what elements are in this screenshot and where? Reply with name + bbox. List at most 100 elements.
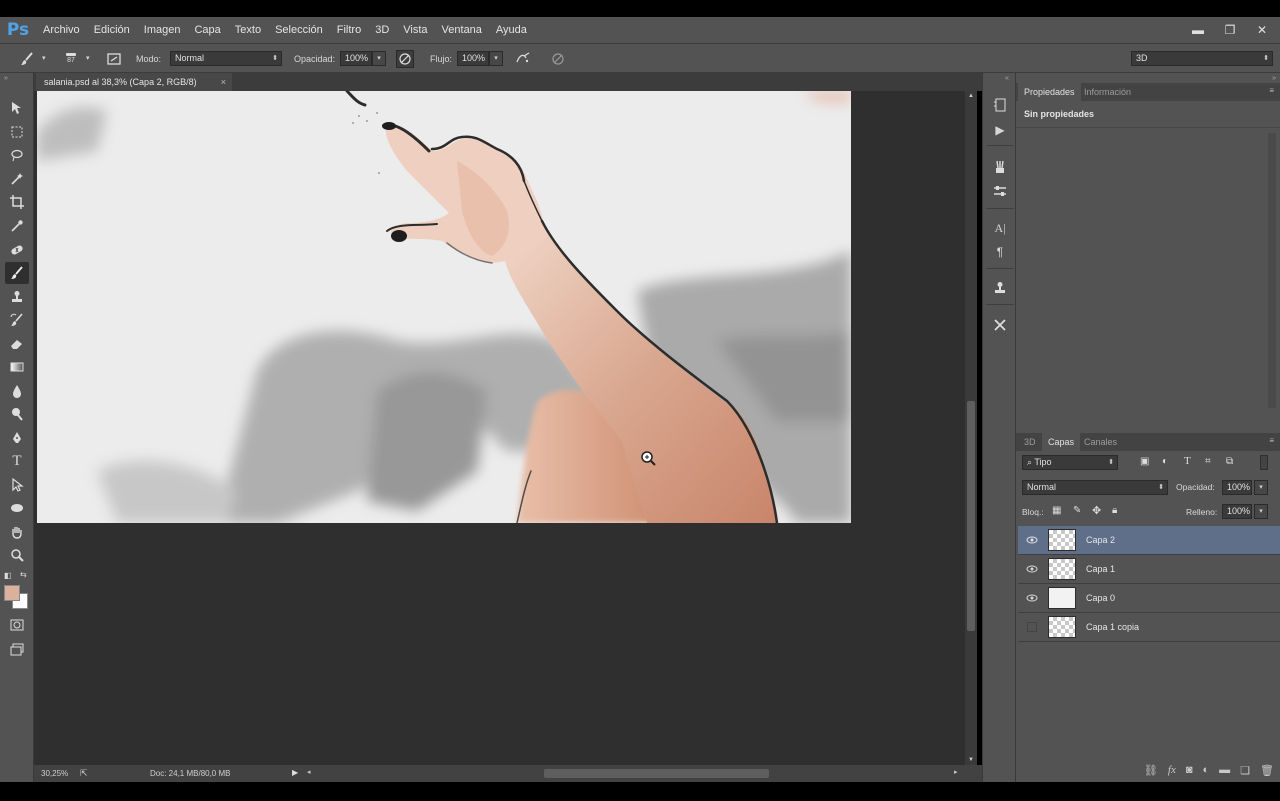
layer-blend-mode-select[interactable]: Normal ⬍ <box>1022 480 1168 495</box>
opacity-slider-button[interactable]: ▾ <box>372 51 386 66</box>
move-tool-icon[interactable] <box>5 97 29 119</box>
fill-input[interactable]: 100% <box>1222 504 1252 519</box>
gradient-tool-icon[interactable] <box>5 356 29 378</box>
filter-smart-object-icon[interactable]: ⧉ <box>1226 456 1233 467</box>
filter-type-icon[interactable]: T <box>1184 455 1191 467</box>
tab-informacion[interactable]: Información <box>1078 83 1137 101</box>
swap-colors-icon[interactable]: ⇆ <box>20 570 27 579</box>
shape-tool-icon[interactable] <box>5 497 29 519</box>
eyedropper-tool-icon[interactable] <box>5 215 29 237</box>
magic-wand-tool-icon[interactable] <box>5 168 29 190</box>
brush-presets-icon[interactable] <box>989 157 1011 177</box>
brush-panel-toggle-icon[interactable] <box>105 50 123 68</box>
menu-imagen[interactable]: Imagen <box>137 17 188 43</box>
visibility-eye-icon[interactable] <box>1026 593 1038 603</box>
menu-3d[interactable]: 3D <box>368 17 396 43</box>
scroll-left-arrow[interactable]: ◂ <box>307 768 311 776</box>
layer-style-icon[interactable]: fx <box>1168 764 1176 780</box>
lock-transparency-icon[interactable]: ▦ <box>1052 505 1061 516</box>
brush-picker-arrow[interactable]: ▾ <box>86 51 90 67</box>
menu-edicion[interactable]: Edición <box>87 17 137 43</box>
filter-toggle-switch[interactable] <box>1260 455 1268 470</box>
minimize-button[interactable]: ▬ <box>1190 22 1206 38</box>
adjustment-layer-icon[interactable]: ◐ <box>1203 764 1210 780</box>
tab-canales[interactable]: Canales <box>1078 433 1123 451</box>
menu-vista[interactable]: Vista <box>396 17 434 43</box>
new-layer-icon[interactable]: ❏ <box>1240 764 1250 780</box>
tool-presets-icon[interactable] <box>989 315 1011 335</box>
layer-opacity-input[interactable]: 100% <box>1222 480 1252 495</box>
screen-mode-icon[interactable] <box>5 638 29 660</box>
fill-slider-button[interactable]: ▾ <box>1254 504 1268 519</box>
flow-input[interactable]: 100% <box>457 51 489 66</box>
right-panel-collapse-icon[interactable]: » <box>1272 75 1276 82</box>
filter-shape-icon[interactable]: ⌗ <box>1205 456 1211 467</box>
menu-ventana[interactable]: Ventana <box>435 17 489 43</box>
brush-settings-icon[interactable] <box>989 181 1011 201</box>
share-icon[interactable]: ⇱ <box>80 768 88 779</box>
history-brush-tool-icon[interactable] <box>5 309 29 331</box>
lock-all-icon[interactable]: 🔒︎ <box>1112 505 1117 516</box>
tool-preset-arrow[interactable]: ▾ <box>42 51 46 67</box>
dock-collapse-icon[interactable]: « <box>1005 75 1009 82</box>
pressure-opacity-icon[interactable] <box>396 50 414 68</box>
filter-pixel-icon[interactable]: ▣ <box>1140 456 1149 467</box>
restore-button[interactable]: ❐ <box>1222 22 1238 38</box>
menu-filtro[interactable]: Filtro <box>330 17 368 43</box>
menu-archivo[interactable]: Archivo <box>36 17 87 43</box>
delete-layer-icon[interactable]: 🗑︎ <box>1260 764 1274 780</box>
tab-capas[interactable]: Capas <box>1042 433 1081 451</box>
layer-filter-select[interactable]: ⌕ Tipo ⬍ <box>1022 455 1118 470</box>
close-document-icon[interactable]: × <box>221 73 226 91</box>
close-button[interactable]: ✕ <box>1254 22 1270 38</box>
workspace-select[interactable]: 3D ⬍ <box>1131 51 1273 66</box>
vertical-scroll-thumb[interactable] <box>967 401 975 631</box>
blur-tool-icon[interactable] <box>5 380 29 402</box>
crop-tool-icon[interactable] <box>5 191 29 213</box>
type-tool-icon[interactable]: T <box>5 450 29 472</box>
layer-row-capa-1-copia[interactable]: Capa 1 copia <box>1018 613 1280 642</box>
scroll-up-arrow[interactable]: ▲ <box>968 93 974 99</box>
vertical-scrollbar[interactable]: ▲ ▼ <box>965 91 977 765</box>
hand-tool-icon[interactable] <box>5 521 29 543</box>
flow-slider-button[interactable]: ▾ <box>489 51 503 66</box>
menu-seleccion[interactable]: Selección <box>268 17 330 43</box>
quick-mask-icon[interactable] <box>5 614 29 636</box>
properties-scrollbar[interactable] <box>1268 133 1276 408</box>
airbrush-icon[interactable] <box>514 50 532 68</box>
lock-image-icon[interactable]: ✎ <box>1073 505 1081 516</box>
scroll-right-arrow[interactable]: ▸ <box>954 768 958 776</box>
clone-source-icon[interactable] <box>989 278 1011 298</box>
dodge-tool-icon[interactable] <box>5 403 29 425</box>
opacity-input[interactable]: 100% <box>340 51 372 66</box>
layer-row-capa-2[interactable]: Capa 2 <box>1018 526 1280 555</box>
brush-tool-preset-icon[interactable] <box>18 50 36 68</box>
brush-tool-icon[interactable] <box>5 262 29 284</box>
path-selection-tool-icon[interactable] <box>5 474 29 496</box>
tab-propiedades[interactable]: Propiedades <box>1018 83 1081 101</box>
filter-adjustment-icon[interactable]: ◐ <box>1162 456 1168 467</box>
paragraph-panel-icon[interactable]: ¶ <box>989 242 1011 262</box>
foreground-color-swatch[interactable] <box>4 585 20 601</box>
clone-stamp-tool-icon[interactable] <box>5 286 29 308</box>
layer-opacity-slider-button[interactable]: ▾ <box>1254 480 1268 495</box>
document-canvas[interactable] <box>37 91 851 523</box>
visibility-eye-icon[interactable] <box>1026 535 1038 545</box>
zoom-tool-icon[interactable] <box>5 544 29 566</box>
visibility-eye-icon[interactable] <box>1026 564 1038 574</box>
default-colors-icon[interactable]: ◧ <box>4 571 12 580</box>
link-layers-icon[interactable]: ⛓ <box>1144 764 1158 780</box>
status-menu-arrow[interactable]: ▶ <box>292 768 298 777</box>
menu-capa[interactable]: Capa <box>187 17 227 43</box>
eraser-tool-icon[interactable] <box>5 333 29 355</box>
mode-select[interactable]: Normal ⬍ <box>170 51 282 66</box>
layer-row-capa-0[interactable]: Capa 0 <box>1018 584 1280 613</box>
horizontal-scroll-thumb[interactable] <box>544 769 769 778</box>
menu-ayuda[interactable]: Ayuda <box>489 17 534 43</box>
pen-tool-icon[interactable] <box>5 427 29 449</box>
toolbar-collapse-icon[interactable]: » <box>4 75 8 82</box>
pressure-size-icon[interactable] <box>549 50 567 68</box>
properties-menu-icon[interactable]: ≡ <box>1269 86 1274 95</box>
scroll-down-arrow[interactable]: ▼ <box>968 757 974 763</box>
layer-row-capa-1[interactable]: Capa 1 <box>1018 555 1280 584</box>
